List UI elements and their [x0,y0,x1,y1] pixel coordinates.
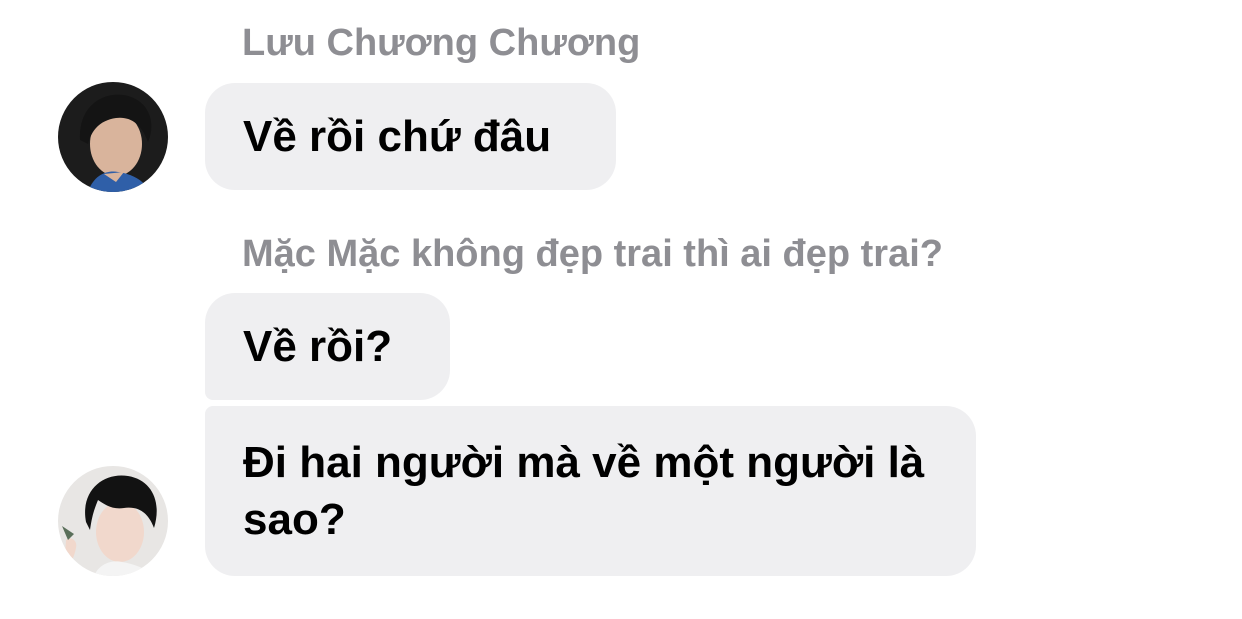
message-text: Về rồi chứ đâu [243,112,552,161]
avatar[interactable] [58,466,168,576]
sender-name: Lưu Chương Chương [242,22,641,64]
message-bubble[interactable]: Về rồi? [205,293,450,400]
message-bubble[interactable]: Đi hai người mà về một người là sao? [205,406,976,576]
avatar-black-hair-light-portrait-icon [58,466,168,576]
avatar-dark-hair-portrait-icon [58,82,168,192]
message-bubble[interactable]: Về rồi chứ đâu [205,83,616,190]
avatar[interactable] [58,82,168,192]
sender-name: Mặc Mặc không đẹp trai thì ai đẹp trai? [242,233,943,275]
message-text: Đi hai người mà về một người là sao? [243,438,925,544]
message-text: Về rồi? [243,322,393,371]
